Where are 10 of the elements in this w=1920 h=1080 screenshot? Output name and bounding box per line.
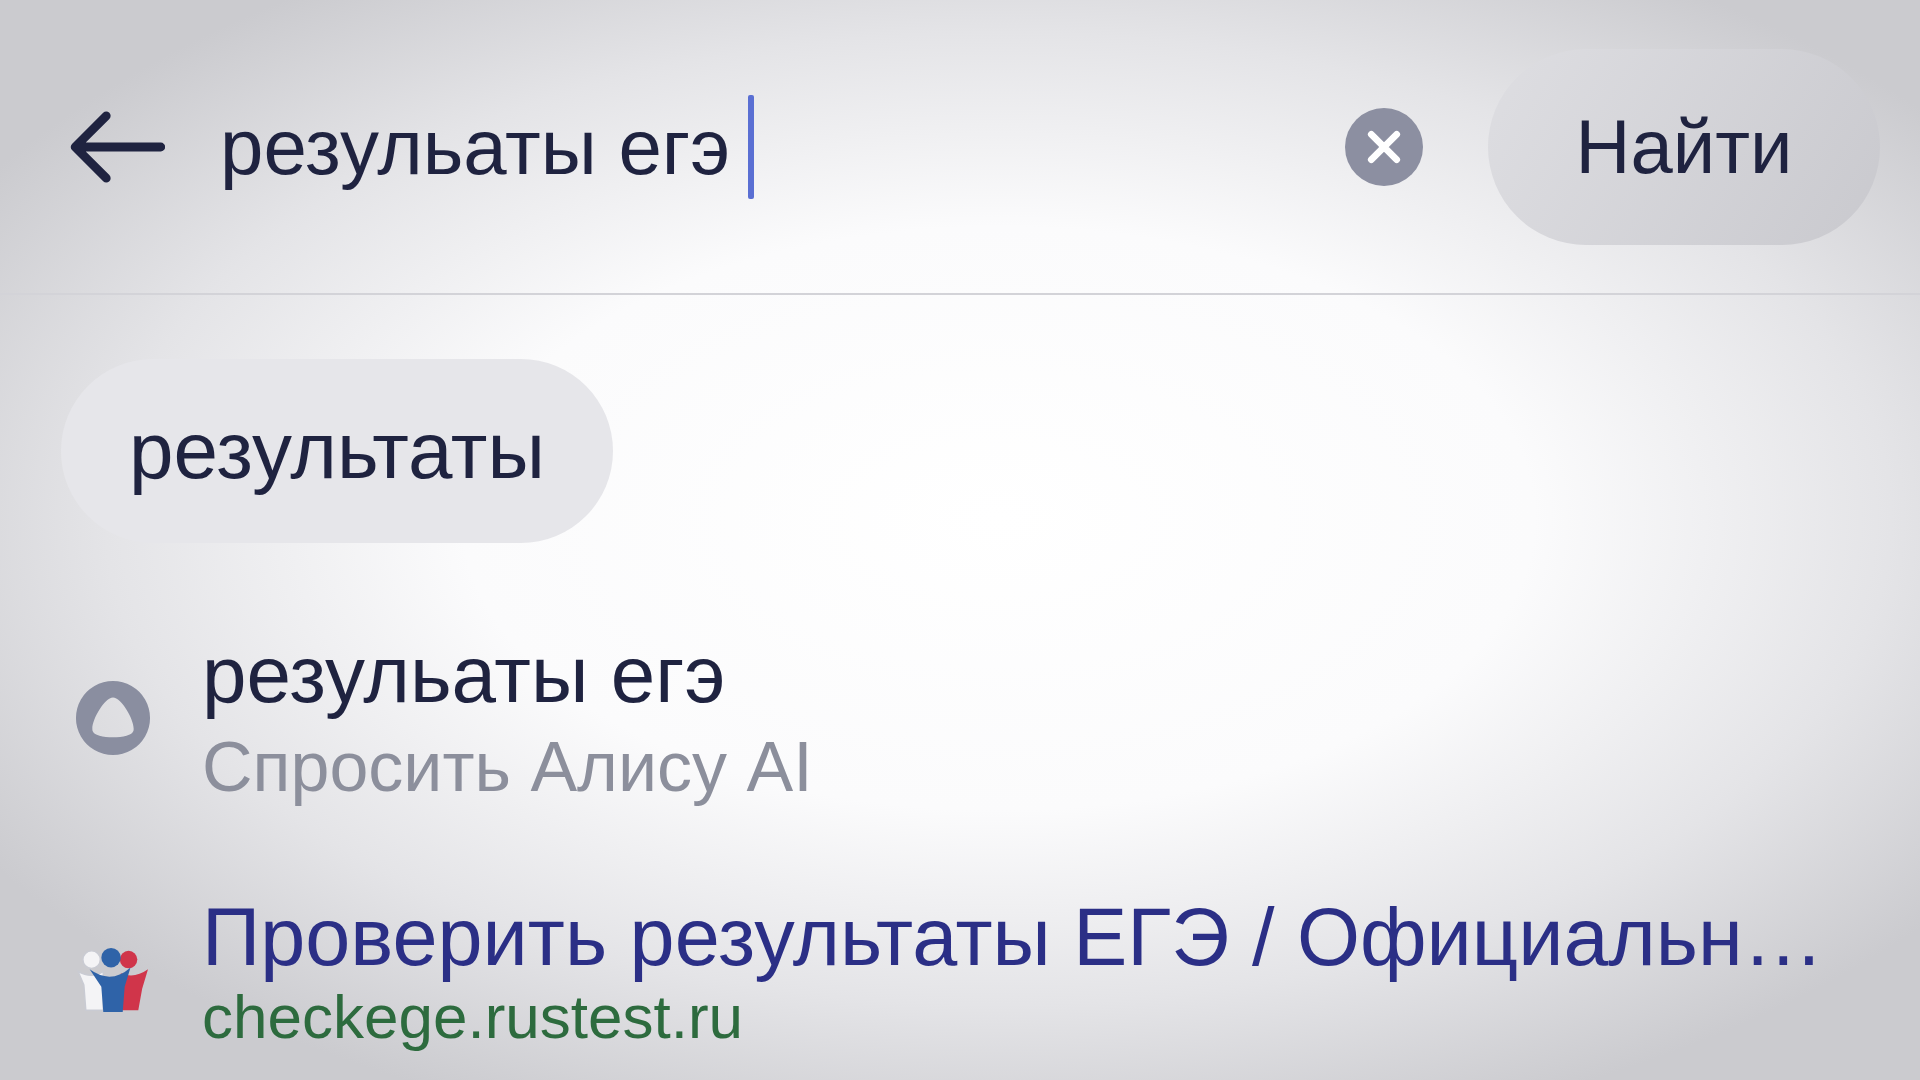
- ring-icon: [74, 679, 152, 757]
- clear-button[interactable]: [1345, 107, 1423, 186]
- suggestion-title[interactable]: резульаты егэ: [202, 629, 726, 721]
- suggestion-chip[interactable]: результаты: [61, 359, 613, 543]
- search-field[interactable]: резульаты егэ: [220, 86, 1345, 207]
- result-url: checkege.rustest.ru: [202, 983, 744, 1051]
- result-title-link[interactable]: Проверить результаты ЕГЭ / Официальн…: [202, 891, 1824, 983]
- clear-icon: [1345, 107, 1423, 186]
- suggestion-subtitle: Спросить Алису AI: [202, 727, 813, 807]
- search-button[interactable]: Найти: [1488, 48, 1880, 245]
